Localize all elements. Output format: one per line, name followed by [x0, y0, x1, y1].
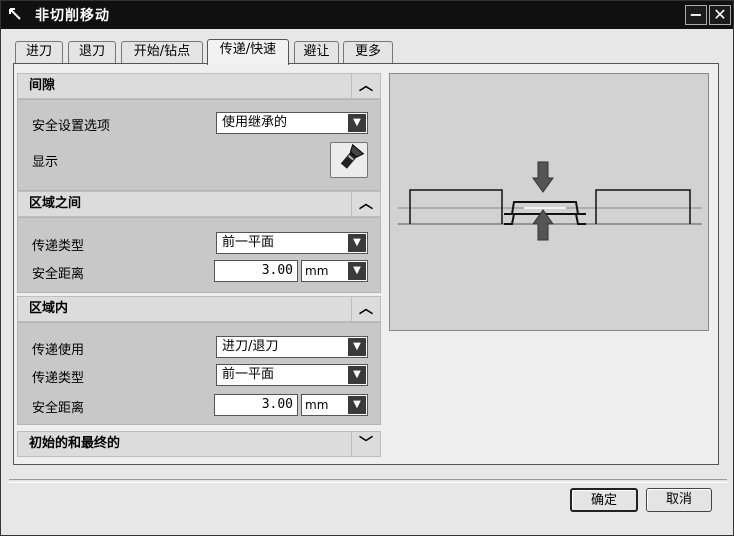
section-within-region-header[interactable]: 区域内 ︿ [17, 296, 381, 322]
transfer-using-dropdown[interactable]: 进刀/退刀 ▼ [216, 336, 368, 358]
transfer-type-value: 前一平面 [222, 367, 275, 382]
tab-start-drill-point[interactable]: 开始/钻点 [121, 41, 203, 63]
transfer-using-value: 进刀/退刀 [222, 339, 279, 354]
arrow-down-icon [532, 161, 554, 193]
section-clearance-body: 安全设置选项 使用继承的 ▼ 显示 [17, 99, 381, 191]
safe-distance-label: 安全距离 [32, 267, 85, 282]
section-between-regions-header[interactable]: 区域之间 ︿ [17, 191, 381, 217]
tab-more[interactable]: 更多 [343, 41, 393, 63]
tab-engage[interactable]: 进刀 [15, 41, 63, 63]
section-between-regions-title: 区域之间 [29, 196, 82, 211]
ok-button[interactable]: 确定 [570, 488, 638, 512]
transfer-type-dropdown[interactable]: 前一平面 ▼ [216, 364, 368, 386]
unit-value: mm [305, 264, 329, 278]
display-label: 显示 [32, 155, 59, 170]
right-block [595, 189, 691, 224]
section-within-region-title: 区域内 [29, 301, 69, 316]
footer-separator [9, 479, 727, 483]
transfer-type-label: 传递类型 [32, 371, 85, 386]
transfer-preview-diagram [389, 73, 709, 331]
close-button[interactable]: ✕ [709, 5, 731, 25]
safe-distance-label: 安全距离 [32, 401, 85, 416]
safety-option-value: 使用继承的 [222, 115, 288, 130]
safe-distance-unit-dropdown[interactable]: mm ▼ [301, 260, 368, 282]
chevron-up-icon[interactable]: ︿ [351, 297, 380, 321]
tab-transfer-rapid[interactable]: 传递/快速 [207, 39, 289, 65]
section-between-regions-body: 传递类型 前一平面 ▼ 安全距离 3.00 mm ▼ [17, 217, 381, 293]
section-initial-final-header[interactable]: 初始的和最终的 ﹀ [17, 431, 381, 457]
safe-distance-unit-dropdown[interactable]: mm ▼ [301, 394, 368, 416]
chevron-down-icon: ▼ [348, 396, 366, 414]
chevron-down-icon: ▼ [348, 366, 366, 384]
chevron-down-icon: ▼ [348, 338, 366, 356]
dialog-window: 非切削移动 − ✕ 进刀 退刀 开始/钻点 传递/快速 避让 更多 间隙 ︿ 安… [0, 0, 734, 536]
left-block [409, 189, 503, 224]
section-clearance-header[interactable]: 间隙 ︿ [17, 73, 381, 99]
chevron-down-icon: ▼ [348, 114, 366, 132]
transfer-using-label: 传递使用 [32, 343, 85, 358]
safety-option-dropdown[interactable]: 使用继承的 ▼ [216, 112, 368, 134]
options-panel: 间隙 ︿ 安全设置选项 使用继承的 ▼ 显示 区域之间 ︿ 传递类型 前一平面 … [17, 73, 381, 459]
cancel-button[interactable]: 取消 [646, 488, 712, 512]
title-bar[interactable]: 非切削移动 − ✕ [1, 1, 733, 29]
chevron-down-icon: ▼ [348, 262, 366, 280]
chevron-down-icon: ▼ [348, 234, 366, 252]
section-clearance-title: 间隙 [29, 78, 56, 93]
transfer-type-dropdown[interactable]: 前一平面 ▼ [216, 232, 368, 254]
chevron-up-icon[interactable]: ︿ [351, 74, 380, 98]
section-initial-final-title: 初始的和最终的 [29, 436, 121, 451]
transfer-diagram-svg [398, 161, 702, 241]
safety-option-label: 安全设置选项 [32, 119, 111, 134]
display-button[interactable] [330, 142, 368, 178]
tab-avoidance[interactable]: 避让 [294, 41, 339, 63]
window-title: 非切削移动 [35, 8, 110, 24]
unit-value: mm [305, 398, 329, 412]
tab-retract[interactable]: 退刀 [68, 41, 116, 63]
tool-path-icon [9, 8, 21, 20]
minimize-button[interactable]: − [685, 5, 707, 25]
chevron-down-icon[interactable]: ﹀ [351, 432, 380, 456]
section-within-region-body: 传递使用 进刀/退刀 ▼ 传递类型 前一平面 ▼ 安全距离 3.00 mm ▼ [17, 322, 381, 425]
transfer-type-label: 传递类型 [32, 239, 85, 254]
safe-distance-input[interactable]: 3.00 [214, 260, 298, 282]
safe-distance-input[interactable]: 3.00 [214, 394, 298, 416]
chevron-up-icon[interactable]: ︿ [351, 192, 380, 216]
flashlight-icon [340, 143, 365, 169]
transfer-type-value: 前一平面 [222, 235, 275, 250]
